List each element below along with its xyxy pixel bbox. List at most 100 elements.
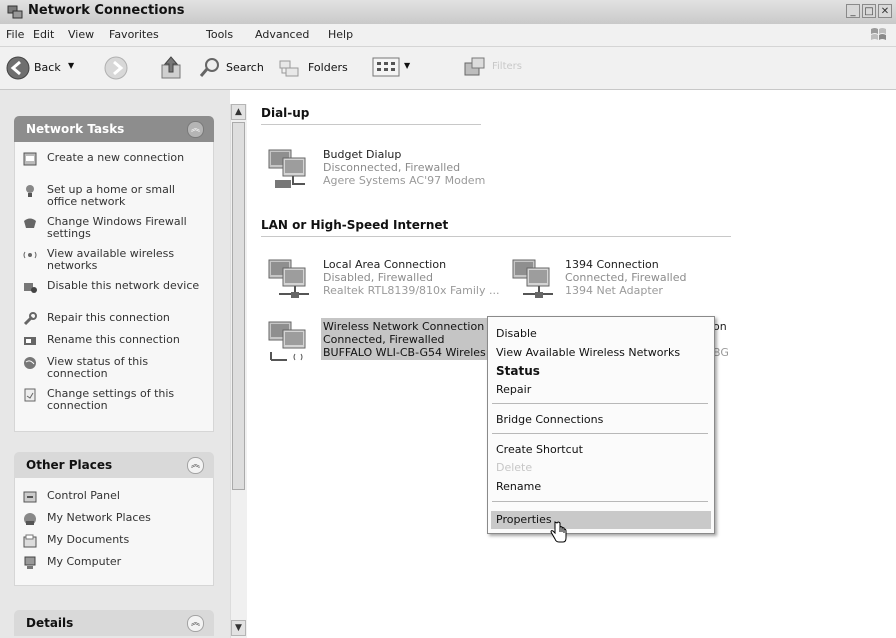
search-button[interactable]: Search: [198, 53, 264, 83]
network-places-icon: [24, 513, 36, 525]
task-label: View status of this connection: [47, 355, 149, 380]
back-label: Back: [34, 61, 61, 74]
place-label: Control Panel: [47, 489, 120, 502]
other-places-title: Other Places: [26, 458, 113, 472]
details-title: Details: [26, 616, 74, 630]
task-view-wireless[interactable]: View available wireless networks: [23, 248, 209, 274]
scroll-up-icon[interactable]: ▲: [231, 104, 246, 120]
task-change-settings[interactable]: Change settings of this connection: [23, 388, 209, 414]
menu-item-properties[interactable]: Properties: [496, 513, 552, 526]
menu-item-view-wireless-networks[interactable]: View Available Wireless Networks: [496, 346, 680, 359]
menu-help[interactable]: Help: [328, 28, 353, 41]
status-globe-icon: [24, 357, 36, 369]
menu-item-disable[interactable]: Disable: [496, 327, 537, 340]
repair-wrench-icon: [23, 312, 37, 326]
task-pane: Network Tasks ︽ Create a new connection …: [0, 90, 230, 638]
connection-partially-hidden[interactable]: on BG: [713, 312, 753, 368]
network-tasks-panel: Create a new connection Set up a home or…: [14, 142, 214, 432]
documents-folder-icon: [23, 534, 37, 548]
hand-cursor-icon: [550, 521, 567, 543]
folders-icon: [279, 60, 299, 77]
menu-item-rename[interactable]: Rename: [496, 480, 541, 493]
connection-device: Agere Systems AC'97 Modem: [323, 174, 486, 187]
connection-device-fragment: BG: [713, 346, 729, 359]
place-my-documents[interactable]: My Documents: [23, 534, 209, 550]
folder-up-icon[interactable]: [160, 55, 184, 81]
menu-separator: [492, 433, 708, 434]
collapse-details-icon[interactable]: ︽: [187, 615, 204, 632]
connection-status: Connected, Firewalled: [565, 271, 687, 284]
views-dropdown-icon: ▼: [404, 61, 411, 70]
folders-button[interactable]: Folders: [278, 53, 356, 83]
network-tasks-header[interactable]: Network Tasks ︽: [14, 116, 214, 142]
place-label: My Documents: [47, 533, 130, 546]
folder-options-icon[interactable]: [462, 55, 488, 79]
task-label: Set up a home or small office network: [47, 183, 175, 208]
task-disable-device[interactable]: Disable this network device: [23, 280, 209, 306]
firewire-connection-icon: [512, 259, 553, 298]
menu-edit[interactable]: Edit: [33, 28, 54, 41]
connection-name: Local Area Connection: [323, 258, 447, 271]
menu-view[interactable]: View: [68, 28, 94, 41]
other-places-panel: Control Panel My Network Places My Docum…: [14, 478, 214, 586]
menu-favorites[interactable]: Favorites: [109, 28, 159, 41]
connection-wireless[interactable]: Wireless Network Connection Connected, F…: [265, 312, 489, 368]
connection-1394[interactable]: 1394 Connection Connected, Firewalled 13…: [509, 250, 729, 306]
maximize-button[interactable]: □: [862, 4, 876, 18]
rename-icon: [24, 337, 36, 345]
computer-icon: [24, 556, 36, 569]
views-button[interactable]: ▼: [372, 56, 416, 80]
place-my-computer[interactable]: My Computer: [23, 556, 209, 572]
scroll-thumb[interactable]: [232, 122, 245, 490]
menu-tools[interactable]: Tools: [206, 28, 233, 41]
group-divider: [261, 236, 731, 237]
group-title-dialup: Dial-up: [261, 106, 310, 120]
task-label: Repair this connection: [47, 311, 170, 324]
task-firewall-settings[interactable]: Change Windows Firewall settings: [23, 216, 209, 242]
menu-file[interactable]: File: [6, 28, 24, 41]
task-view-status[interactable]: View status of this connection: [23, 356, 209, 382]
place-label: My Network Places: [47, 511, 151, 524]
connection-budget-dialup[interactable]: Budget Dialup Disconnected, Firewalled A…: [265, 140, 525, 196]
connection-name: 1394 Connection: [565, 258, 659, 271]
search-label: Search: [226, 61, 264, 74]
close-button[interactable]: ✕: [878, 4, 892, 18]
menu-item-bridge-connections[interactable]: Bridge Connections: [496, 413, 603, 426]
menu-item-repair[interactable]: Repair: [496, 383, 531, 396]
connection-status: Connected, Firewalled: [323, 333, 445, 346]
menu-advanced[interactable]: Advanced: [255, 28, 309, 41]
connection-status: Disconnected, Firewalled: [323, 161, 461, 174]
other-places-header[interactable]: Other Places ︽: [14, 452, 214, 478]
task-label: Change settings of this connection: [47, 387, 175, 412]
firewall-icon: [24, 218, 36, 228]
back-button[interactable]: Back ▼: [4, 53, 104, 83]
task-setup-home-network[interactable]: Set up a home or small office network: [23, 184, 209, 210]
forward-arrow-icon[interactable]: [104, 56, 128, 80]
task-repair-connection[interactable]: Repair this connection: [23, 312, 209, 328]
network-tasks-title: Network Tasks: [26, 122, 125, 136]
collapse-other-places-icon[interactable]: ︽: [187, 457, 204, 474]
menu-item-create-shortcut[interactable]: Create Shortcut: [496, 443, 583, 456]
toolbar: Back ▼ Search Folders ▼ Filters: [0, 47, 896, 90]
scroll-down-icon[interactable]: ▼: [231, 620, 246, 636]
connection-name-fragment: on: [713, 320, 727, 333]
connection-local-area[interactable]: Local Area Connection Disabled, Firewall…: [265, 250, 505, 306]
faded-toolbar-label: Filters: [492, 61, 522, 72]
group-title-lan: LAN or High-Speed Internet: [261, 218, 449, 232]
task-rename-connection[interactable]: Rename this connection: [23, 334, 209, 350]
control-panel-icon: [23, 491, 37, 503]
menu-item-status[interactable]: Status: [496, 364, 540, 378]
back-dropdown-icon[interactable]: ▼: [68, 61, 74, 70]
connection-name: Budget Dialup: [323, 148, 402, 161]
task-create-connection[interactable]: Create a new connection: [23, 152, 209, 178]
collapse-network-tasks-icon[interactable]: ︽: [187, 121, 204, 138]
task-pane-scrollbar[interactable]: ▲ ▼: [230, 104, 247, 638]
task-label: Rename this connection: [47, 333, 180, 346]
place-my-network-places[interactable]: My Network Places: [23, 512, 209, 528]
lan-connection-icon: [268, 259, 309, 298]
minimize-button[interactable]: _: [846, 4, 860, 18]
disable-device-icon: [24, 283, 37, 293]
details-header[interactable]: Details ︽: [14, 610, 214, 636]
place-control-panel[interactable]: Control Panel: [23, 490, 209, 506]
back-arrow-icon: [6, 56, 30, 80]
